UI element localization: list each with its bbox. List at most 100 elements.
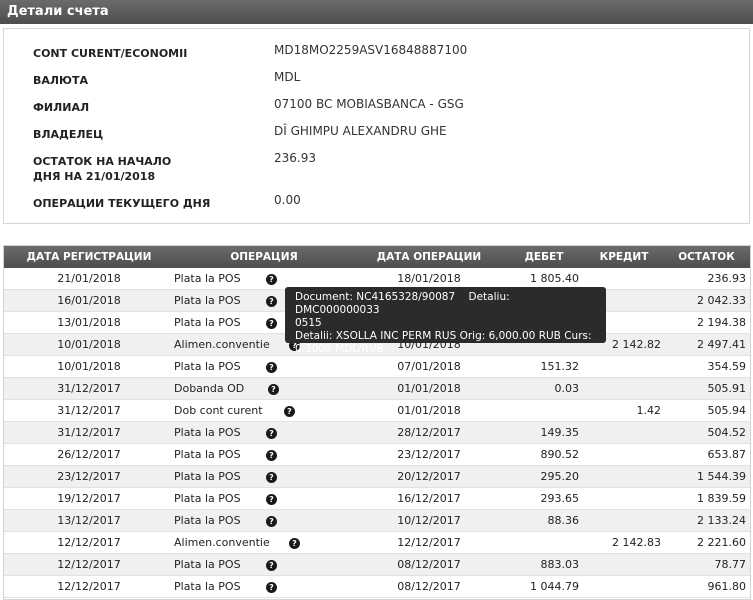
balance-cell: 2 133.24 — [697, 514, 746, 527]
balance-cell: 504.52 — [707, 426, 747, 439]
credit-cell — [594, 444, 661, 466]
balance-cell: 961.80 — [707, 580, 747, 593]
credit-cell — [594, 488, 661, 510]
info-icon[interactable]: ? — [266, 274, 277, 285]
debit-cell: 0.03 — [554, 382, 580, 395]
reg-date-cell: 12/12/2017 — [57, 558, 121, 571]
operation-cell: Plata la POS — [174, 272, 241, 285]
info-icon[interactable]: ? — [266, 318, 277, 329]
reg-date-cell: 19/12/2017 — [57, 492, 121, 505]
reg-date-cell: 21/01/2018 — [57, 272, 121, 285]
reg-date-cell: 13/12/2017 — [57, 514, 121, 527]
operation-cell: Dobanda OD — [174, 382, 245, 395]
balance-cell: 78.77 — [714, 558, 747, 571]
info-icon[interactable]: ? — [266, 450, 277, 461]
credit-cell — [594, 356, 661, 378]
balance-cell: 1 544.39 — [697, 470, 746, 483]
credit-cell — [594, 576, 661, 598]
info-icon[interactable]: ? — [266, 516, 277, 527]
account-number-value: MD18MO2259ASV16848887100 — [274, 43, 468, 57]
op-date-cell: 16/12/2017 — [397, 492, 461, 505]
operation-cell: Alimen.conventie — [174, 536, 270, 549]
tooltip-line: 0515 — [295, 317, 322, 329]
balance-cell: 2 042.33 — [697, 294, 746, 307]
op-date-cell: 10/12/2017 — [397, 514, 461, 527]
operation-cell: Plata la POS — [174, 580, 241, 593]
header-credit[interactable]: КРЕДИТ — [589, 246, 659, 268]
tooltip-line: 0.3009 MDL/RUB — [295, 343, 384, 355]
transaction-detail-tooltip: Document: NC4165328/90087 Detaliu: DMC00… — [285, 287, 606, 355]
balance-cell: 505.91 — [707, 382, 747, 395]
reg-date-cell: 12/12/2017 — [57, 580, 121, 593]
table-row[interactable]: 31/12/2017 Dobanda OD 01/01/2018 0.03 505.91… — [4, 378, 750, 400]
info-icon[interactable]: ? — [266, 494, 277, 505]
op-date-cell: 08/12/2017 — [397, 580, 461, 593]
table-row[interactable]: 31/12/2017 Plata la POS 28/12/2017 149.35 50… — [4, 422, 750, 444]
reg-date-cell: 10/01/2018 — [57, 338, 121, 351]
table-row[interactable]: 23/12/2017 Plata la POS 20/12/2017 295.20 1 … — [4, 466, 750, 488]
info-icon[interactable]: ? — [268, 384, 279, 395]
debit-cell: 295.20 — [540, 470, 580, 483]
branch-value: 07100 BC MOBIASBANCA - GSG — [274, 97, 464, 111]
op-date-cell: 08/12/2017 — [397, 558, 461, 571]
info-icon[interactable]: ? — [266, 296, 277, 307]
account-field-label: CONT CURENT/ECONOMII — [33, 47, 188, 60]
operation-cell: Plata la POS — [174, 426, 241, 439]
table-row[interactable]: 12/12/2017 Plata la POS 08/12/2017 1 044.79… — [4, 576, 750, 598]
op-date-cell: 12/12/2017 — [397, 536, 461, 549]
table-row[interactable]: 13/12/2017 Plata la POS 10/12/2017 88.36 2 1… — [4, 510, 750, 532]
balance-cell: 2 194.38 — [697, 316, 746, 329]
op-date-cell: 20/12/2017 — [397, 470, 461, 483]
reg-date-cell: 26/12/2017 — [57, 448, 121, 461]
debit-cell: 88.36 — [547, 514, 580, 527]
header-balance[interactable]: ОСТАТОК — [669, 246, 744, 268]
balance-cell: 236.93 — [707, 272, 747, 285]
balance-cell: 354.59 — [707, 360, 747, 373]
info-icon[interactable]: ? — [284, 406, 295, 417]
credit-cell: 2 142.83 — [612, 536, 661, 549]
reg-date-cell: 13/01/2018 — [57, 316, 121, 329]
reg-date-cell: 16/01/2018 — [57, 294, 121, 307]
debit-cell — [514, 532, 579, 554]
table-row[interactable]: 12/12/2017 Alimen.conventie 12/12/2017 2 14… — [4, 532, 750, 554]
info-icon[interactable]: ? — [266, 560, 277, 571]
info-icon[interactable]: ? — [266, 472, 277, 483]
currency-value: MDL — [274, 70, 301, 84]
header-op-date[interactable]: ДАТА ОПЕРАЦИИ — [374, 246, 484, 268]
operation-cell: Plata la POS — [174, 470, 241, 483]
op-date-cell: 28/12/2017 — [397, 426, 461, 439]
debit-cell — [514, 400, 579, 422]
header-reg-date[interactable]: ДАТА РЕГИСТРАЦИИ — [4, 246, 174, 268]
reg-date-cell: 12/12/2017 — [57, 536, 121, 549]
account-details-title: Детали счета — [0, 0, 753, 24]
debit-cell: 890.52 — [540, 448, 580, 461]
table-row[interactable]: 26/12/2017 Plata la POS 23/12/2017 890.52 65… — [4, 444, 750, 466]
operation-cell: Plata la POS — [174, 448, 241, 461]
operation-cell: Plata la POS — [174, 492, 241, 505]
table-row[interactable]: 31/12/2017 Dob cont curent 01/01/2018 1.42 5… — [4, 400, 750, 422]
table-row[interactable]: 10/01/2018 Plata la POS 07/01/2018 151.32 35… — [4, 356, 750, 378]
operation-cell: Plata la POS — [174, 558, 241, 571]
reg-date-cell: 23/12/2017 — [57, 470, 121, 483]
table-row[interactable]: 19/12/2017 Plata la POS 16/12/2017 293.65 1 … — [4, 488, 750, 510]
credit-cell: 1.42 — [636, 404, 662, 417]
opening-balance-value: 236.93 — [274, 151, 316, 165]
info-icon[interactable]: ? — [266, 428, 277, 439]
balance-cell: 2 221.60 — [697, 536, 746, 549]
credit-cell — [594, 422, 661, 444]
info-icon[interactable]: ? — [266, 362, 277, 373]
header-operation[interactable]: ОПЕРАЦИЯ — [204, 246, 324, 268]
op-date-cell: 23/12/2017 — [397, 448, 461, 461]
reg-date-cell: 31/12/2017 — [57, 426, 121, 439]
info-icon[interactable]: ? — [289, 538, 300, 549]
branch-label: ФИЛИАЛ — [33, 101, 90, 114]
owner-value: DÎ GHIMPU ALEXANDRU GHE — [274, 124, 447, 138]
owner-label: ВЛАДЕЛЕЦ — [33, 128, 104, 141]
op-date-cell: 01/01/2018 — [397, 382, 461, 395]
info-icon[interactable]: ? — [266, 582, 277, 593]
header-debit[interactable]: ДЕБЕТ — [509, 246, 579, 268]
account-details-box: CONT CURENT/ECONOMII MD18MO2259ASV168488… — [3, 28, 750, 224]
reg-date-cell: 31/12/2017 — [57, 404, 121, 417]
currency-label: ВАЛЮТА — [33, 74, 88, 87]
table-row[interactable]: 12/12/2017 Plata la POS 08/12/2017 883.03 78… — [4, 554, 750, 576]
